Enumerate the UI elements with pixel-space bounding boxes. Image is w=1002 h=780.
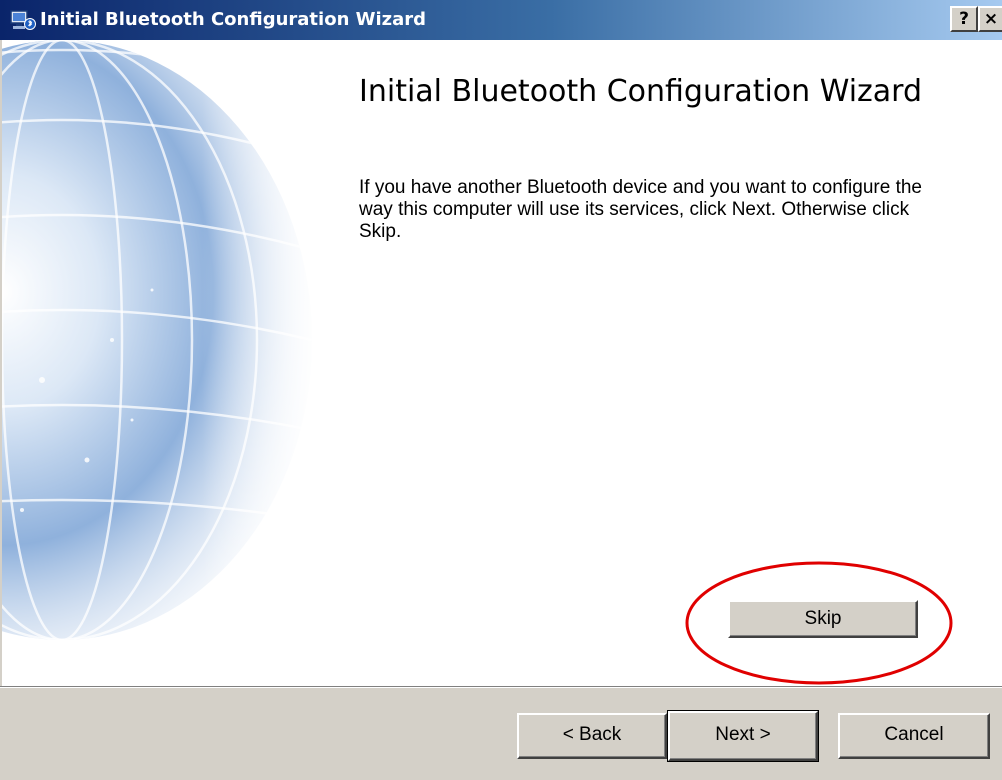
globe-graphic — [2, 40, 322, 686]
back-button[interactable]: < Back — [517, 713, 667, 759]
next-button[interactable]: Next > — [667, 710, 819, 762]
close-button[interactable]: × — [978, 6, 1002, 32]
skip-button[interactable]: Skip — [728, 600, 918, 638]
window-title: Initial Bluetooth Configuration Wizard — [40, 9, 427, 30]
bluetooth-computer-icon — [10, 10, 36, 30]
wizard-window: Initial Bluetooth Configuration Wizard ?… — [0, 0, 1002, 780]
help-button[interactable]: ? — [950, 6, 978, 32]
cancel-button[interactable]: Cancel — [838, 713, 990, 759]
wizard-description: If you have another Bluetooth device and… — [359, 177, 922, 242]
wizard-heading: Initial Bluetooth Configuration Wizard — [359, 74, 923, 109]
title-bar[interactable]: Initial Bluetooth Configuration Wizard ?… — [0, 0, 1002, 40]
footer-separator — [0, 686, 1002, 688]
wizard-content: Initial Bluetooth Configuration Wizard I… — [2, 40, 1002, 686]
